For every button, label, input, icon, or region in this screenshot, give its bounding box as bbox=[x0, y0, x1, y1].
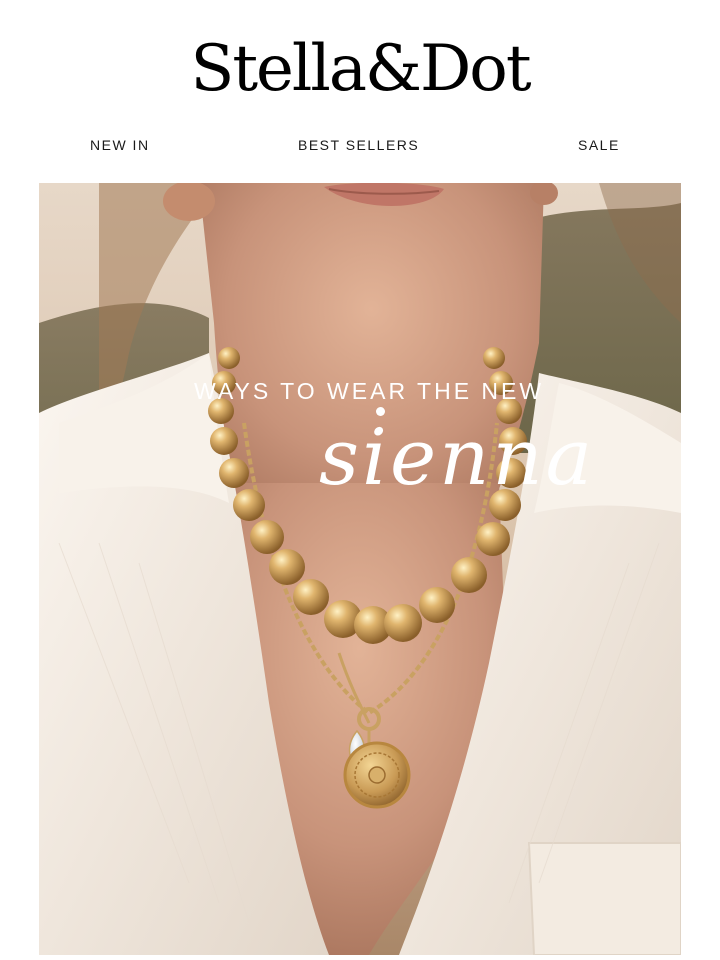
hero-image bbox=[39, 183, 681, 955]
nav-new-in[interactable]: NEW IN bbox=[90, 134, 150, 156]
nav-sale[interactable]: SALE bbox=[578, 134, 620, 156]
top-nav: NEW IN BEST SELLERS SALE bbox=[0, 134, 720, 156]
hero-banner[interactable]: WAYS TO WEAR THE NEW sienna bbox=[39, 183, 681, 955]
brand-logo[interactable]: Stella&Dot bbox=[0, 24, 720, 114]
nav-best-sellers[interactable]: BEST SELLERS bbox=[298, 134, 419, 156]
